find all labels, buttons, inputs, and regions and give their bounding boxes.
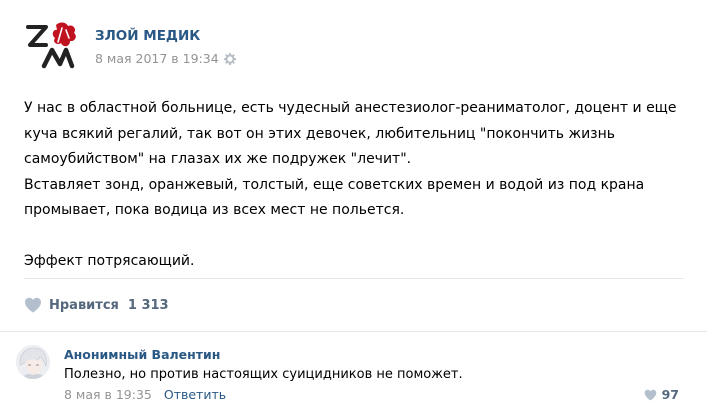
post-paragraph: У нас в областной больнице, есть чудесны… <box>24 100 677 167</box>
post-date-text[interactable]: 8 мая 2017 в 19:34 <box>95 51 219 66</box>
post-paragraph: Вставляет зонд, оранжевый, толстый, еще … <box>24 176 645 219</box>
post-paragraph: Эффект потрясающий. <box>24 253 195 269</box>
post-divider <box>24 278 684 279</box>
anime-avatar-icon <box>16 345 50 379</box>
comment-text: Полезно, но против настоящих суицидников… <box>64 367 463 382</box>
comments-divider <box>0 331 707 332</box>
heart-icon <box>644 389 656 400</box>
gear-icon <box>223 52 236 65</box>
reply-button[interactable]: Ответить <box>164 387 226 402</box>
like-button[interactable]: Нравится 1 313 <box>24 294 169 316</box>
avatar[interactable] <box>16 345 50 379</box>
like-count: 1 313 <box>127 297 169 313</box>
comment-author-link[interactable]: Анонимный Валентин <box>64 347 220 362</box>
community-logo-icon[interactable] <box>24 20 78 70</box>
comment-meta: 8 мая в 19:35 Ответить <box>64 387 226 402</box>
post-header: ЗЛОЙ МЕДИК 8 мая 2017 в 19:34 <box>24 18 684 74</box>
comment-date[interactable]: 8 мая в 19:35 <box>64 387 152 402</box>
heart-icon <box>25 297 41 313</box>
comment-item: Анонимный Валентин Полезно, но против на… <box>16 340 691 412</box>
post-text: У нас в областной больнице, есть чудесны… <box>24 96 684 275</box>
post-date[interactable]: 8 мая 2017 в 19:34 <box>95 51 236 66</box>
comment-like-button[interactable]: 97 <box>644 387 679 402</box>
like-label: Нравится <box>49 297 119 313</box>
post-author-link[interactable]: ЗЛОЙ МЕДИК <box>95 28 200 44</box>
comment-like-count: 97 <box>661 387 679 402</box>
